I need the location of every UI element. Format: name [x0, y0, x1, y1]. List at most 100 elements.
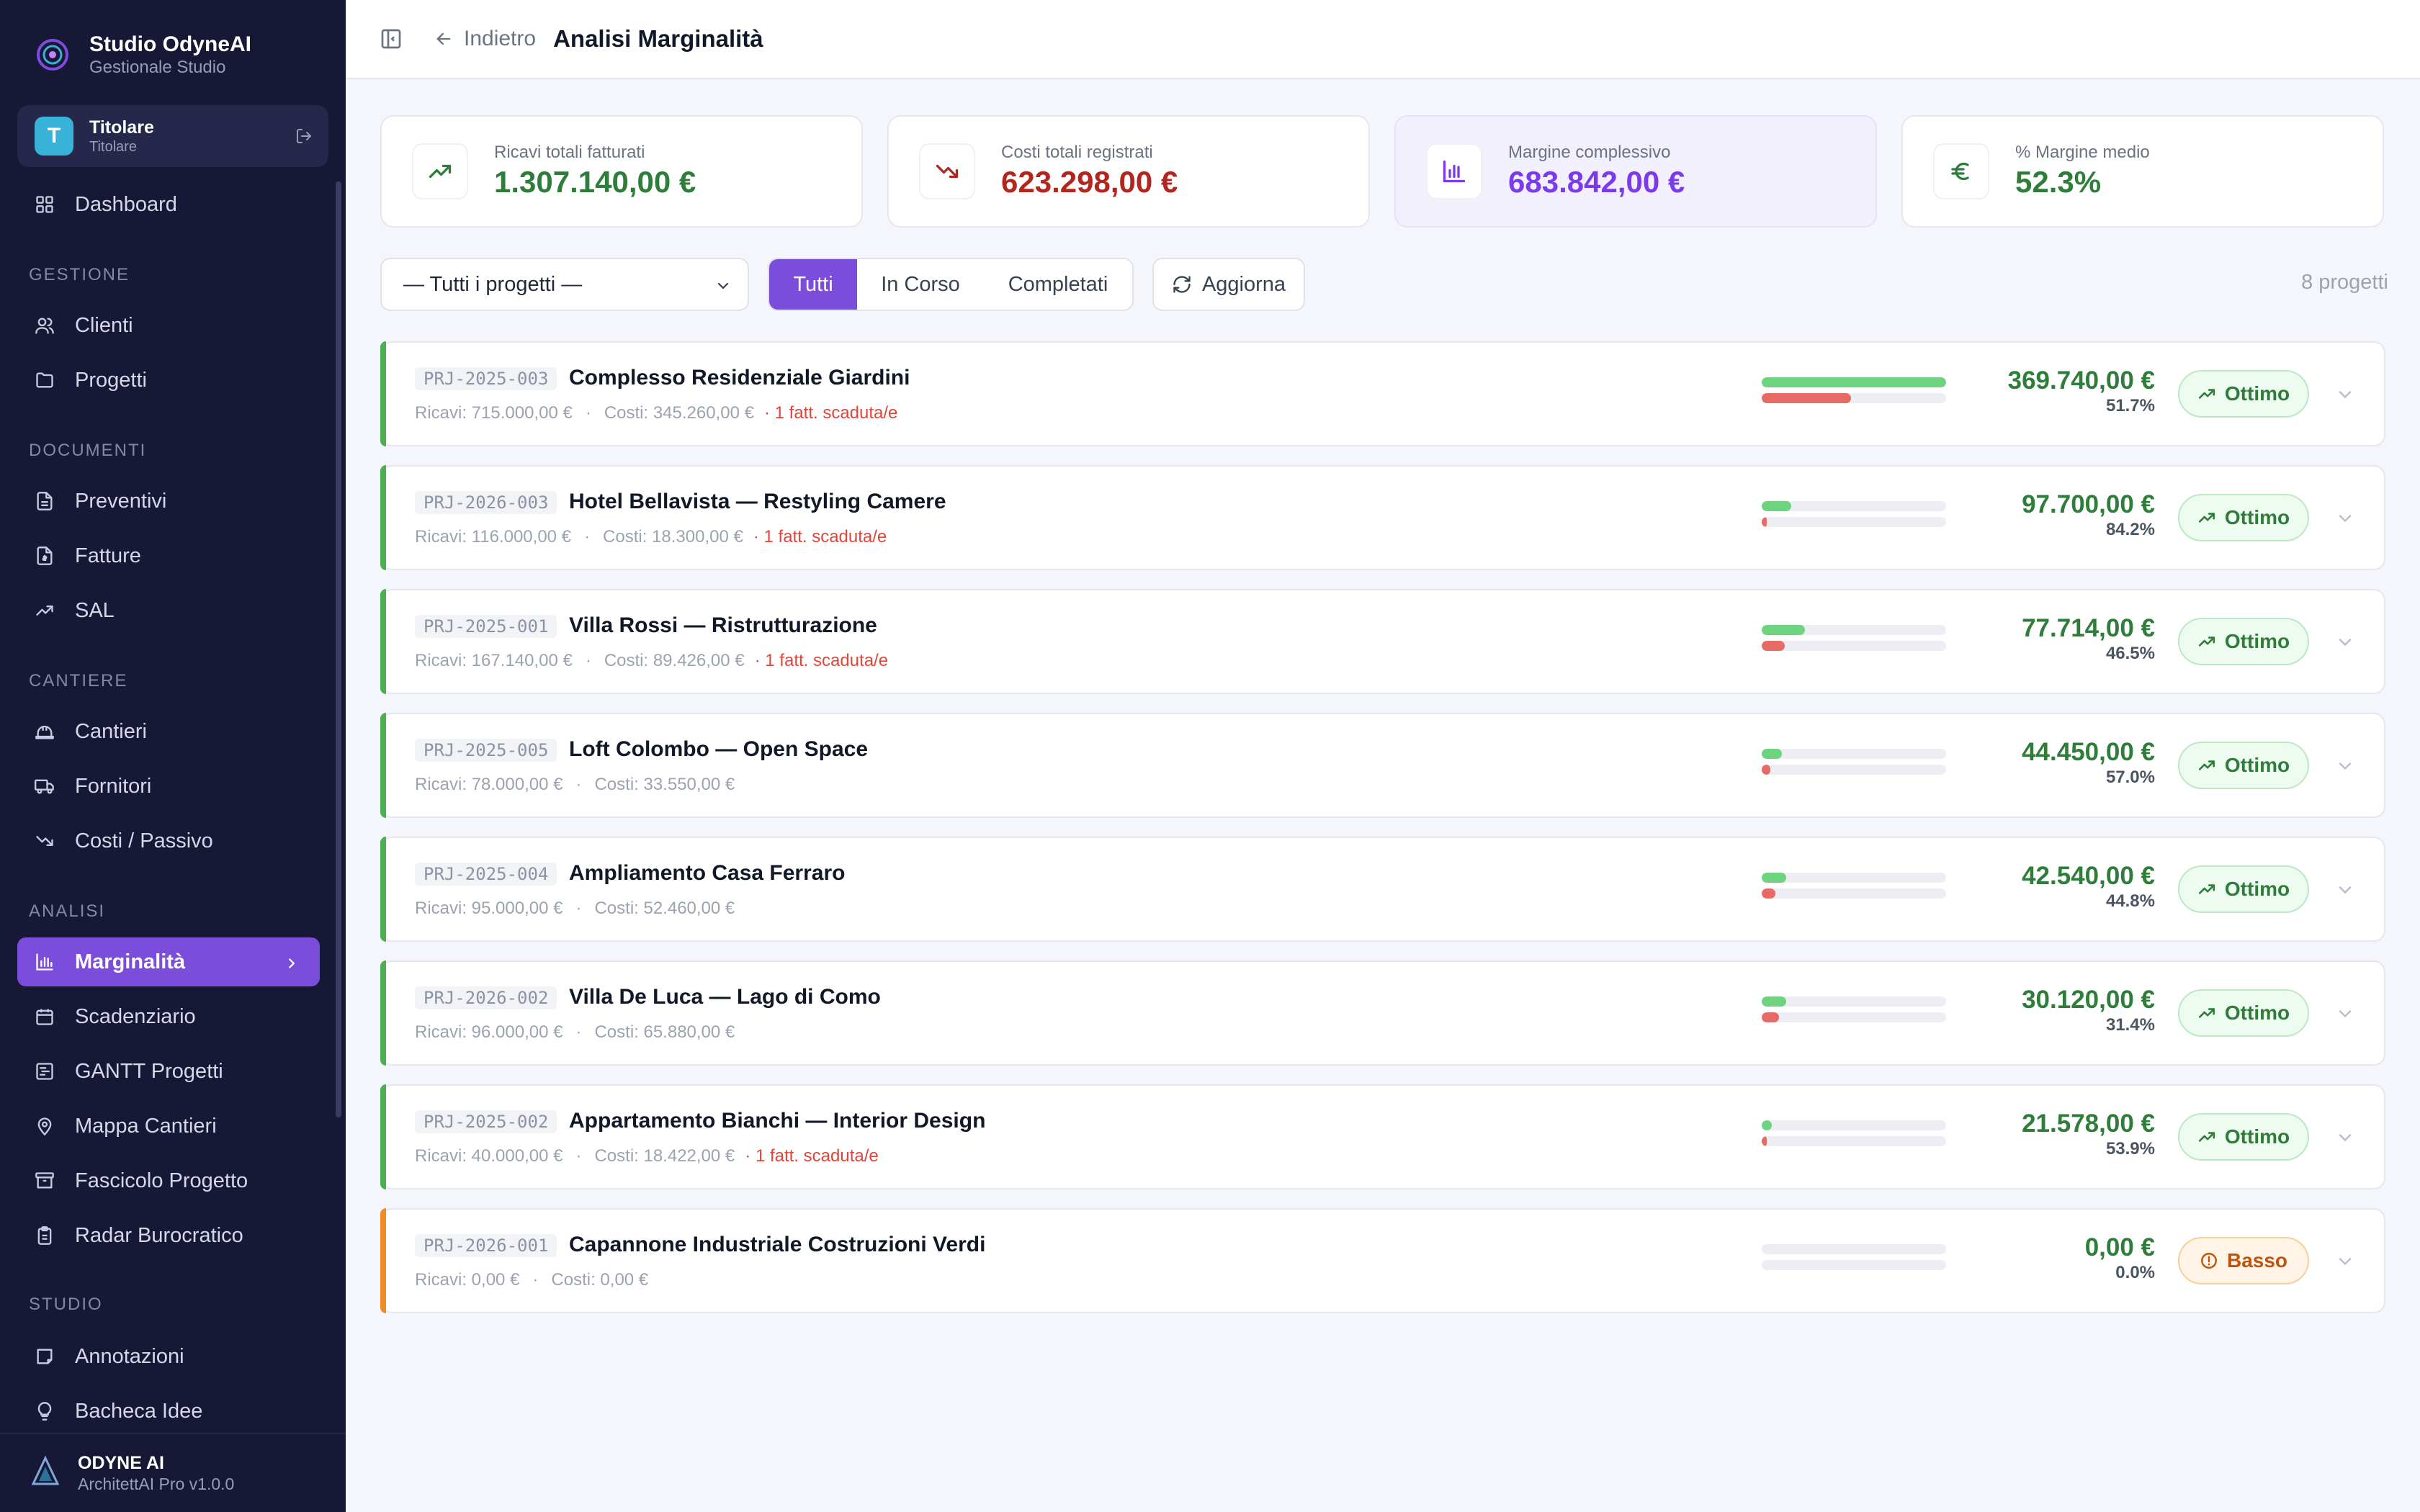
status-tabs: Tutti In Corso Completati	[768, 258, 1134, 311]
sidebar-item-sal[interactable]: SAL	[17, 586, 320, 635]
project-row[interactable]: PRJ-2026-003 Hotel Bellavista — Restylin…	[380, 465, 2385, 570]
margin-percent: 84.2%	[2105, 520, 2155, 539]
sidebar-scrollbar[interactable]	[336, 181, 341, 1117]
overdue-invoices: · 1 fatt. scaduta/e	[763, 403, 898, 423]
sidebar-footer: ODYNE AI ArchitettAI Pro v1.0.0	[0, 1433, 346, 1512]
sidebar-item-fascicolo[interactable]: Fascicolo Progetto	[17, 1156, 320, 1205]
sidebar-item-mappa[interactable]: Mappa Cantieri	[17, 1102, 320, 1151]
footer-title: ODYNE AI	[78, 1453, 164, 1473]
refresh-button[interactable]: Aggiorna	[1152, 258, 1305, 311]
cost-bar	[1762, 1136, 1767, 1146]
project-select[interactable]: — Tutti i progetti —	[380, 258, 749, 311]
cost-bar-track	[1762, 393, 1946, 403]
project-ricavi: Ricavi: 78.000,00 €	[415, 775, 563, 794]
project-name: Complesso Residenziale Giardini	[569, 366, 910, 390]
overdue-invoices: · 1 fatt. scaduta/e	[745, 1146, 879, 1166]
tab-completati[interactable]: Completati	[984, 259, 1132, 310]
sidebar-item-cantieri[interactable]: Cantieri	[17, 707, 320, 756]
sidebar-item-bacheca[interactable]: Bacheca Idee	[17, 1387, 320, 1436]
alert-circle-icon	[2200, 1251, 2218, 1270]
chevron-down-icon[interactable]	[2335, 1004, 2355, 1024]
project-row[interactable]: PRJ-2026-002 Villa De Luca — Lago di Com…	[380, 960, 2385, 1066]
sidebar-item-progetti[interactable]: Progetti	[17, 356, 320, 405]
chevron-down-icon[interactable]	[2335, 880, 2355, 900]
sidebar-item-label: Bacheca Idee	[75, 1399, 203, 1423]
row-accent	[380, 713, 386, 818]
project-row[interactable]: PRJ-2025-002 Appartamento Bianchi — Inte…	[380, 1084, 2385, 1189]
trending-up-icon	[2197, 756, 2216, 775]
chevron-down-icon[interactable]	[2335, 1128, 2355, 1148]
project-meta: Ricavi: 0,00 € · Costi: 0,00 €	[415, 1270, 649, 1290]
cost-bar	[1762, 1012, 1779, 1022]
margin-percent: 0.0%	[2115, 1263, 2155, 1282]
section-label-studio: STUDIO	[29, 1295, 103, 1314]
sidebar-item-scadenziario[interactable]: Scadenziario	[17, 992, 320, 1041]
overdue-invoices: · 1 fatt. scaduta/e	[753, 527, 887, 546]
status-badge: Basso	[2178, 1237, 2309, 1284]
user-card[interactable]: T Titolare Titolare	[17, 105, 328, 167]
chevron-down-icon[interactable]	[2335, 508, 2355, 528]
sidebar-toggle-icon[interactable]	[377, 25, 405, 53]
back-label: Indietro	[464, 27, 537, 50]
sidebar-item-fornitori[interactable]: Fornitori	[17, 762, 320, 811]
revenue-bar	[1762, 625, 1805, 635]
trending-up-icon	[2197, 632, 2216, 651]
row-accent	[380, 465, 386, 570]
project-row[interactable]: PRJ-2025-004 Ampliamento Casa Ferraro Ri…	[380, 837, 2385, 942]
project-meta: Ricavi: 167.140,00 € · Costi: 89.426,00 € ·…	[415, 651, 889, 670]
status-badge: Ottimo	[2178, 742, 2309, 789]
sidebar-item-label: Dashboard	[75, 192, 177, 216]
revenue-bar-track	[1762, 625, 1946, 635]
kpi-value: 623.298,00 €	[1001, 165, 1178, 199]
chevron-down-icon[interactable]	[2335, 756, 2355, 776]
tab-in-corso[interactable]: In Corso	[857, 259, 984, 310]
trending-up-icon	[2197, 1004, 2216, 1022]
revenue-cost-bars	[1762, 1244, 1946, 1270]
cost-bar-track	[1762, 1260, 1946, 1270]
project-meta: Ricavi: 96.000,00 € · Costi: 65.880,00 €	[415, 1022, 735, 1042]
status-label: Ottimo	[2224, 630, 2290, 652]
revenue-bar-track	[1762, 377, 1946, 387]
sidebar-item-gantt[interactable]: GANTT Progetti	[17, 1047, 320, 1096]
kpi-value: 683.842,00 €	[1508, 165, 1685, 199]
project-row[interactable]: PRJ-2025-003 Complesso Residenziale Giar…	[380, 341, 2385, 446]
sidebar-item-annotazioni[interactable]: Annotazioni	[17, 1332, 320, 1381]
chevron-down-icon[interactable]	[2335, 1251, 2355, 1272]
margin-percent: 46.5%	[2105, 644, 2155, 663]
revenue-cost-bars	[1762, 873, 1946, 899]
sidebar-item-dashboard[interactable]: Dashboard	[17, 180, 320, 229]
chevron-down-icon[interactable]	[2335, 384, 2355, 405]
margin-value: 44.450,00 €	[2022, 738, 2155, 766]
sidebar-item-clienti[interactable]: Clienti	[17, 301, 320, 350]
logout-icon[interactable]	[290, 122, 318, 150]
trending-up-icon	[33, 599, 56, 622]
sidebar-item-fatture[interactable]: Fatture	[17, 531, 320, 580]
project-row[interactable]: PRJ-2025-005 Loft Colombo — Open Space R…	[380, 713, 2385, 818]
project-ricavi: Ricavi: 167.140,00 €	[415, 651, 573, 670]
cost-bar-track	[1762, 1136, 1946, 1146]
bar-chart-icon	[1426, 143, 1482, 199]
status-label: Ottimo	[2224, 878, 2290, 900]
sidebar-item-preventivi[interactable]: Preventivi	[17, 477, 320, 526]
back-button[interactable]: Indietro	[434, 27, 536, 51]
section-label-gestione: GESTIONE	[29, 265, 130, 284]
brand-logo-icon	[32, 34, 73, 76]
sidebar-item-marginalita[interactable]: Marginalità	[17, 937, 320, 986]
chevron-down-icon[interactable]	[2335, 632, 2355, 652]
revenue-bar	[1762, 377, 1946, 387]
brand-subtitle: Gestionale Studio	[89, 58, 226, 77]
tab-tutti[interactable]: Tutti	[769, 259, 857, 310]
footer-version: ArchitettAI Pro v1.0.0	[78, 1475, 235, 1493]
project-row[interactable]: PRJ-2026-001 Capannone Industriale Costr…	[380, 1208, 2385, 1313]
archive-icon	[33, 1169, 56, 1192]
project-row[interactable]: PRJ-2025-001 Villa Rossi — Ristrutturazi…	[380, 589, 2385, 694]
truck-icon	[33, 775, 56, 798]
sidebar-item-label: Fornitori	[75, 774, 152, 798]
revenue-cost-bars	[1762, 377, 1946, 403]
project-code: PRJ-2026-002	[415, 986, 557, 1009]
row-accent	[380, 1208, 386, 1313]
brand[interactable]: Studio OdyneAI Gestionale Studio	[32, 32, 251, 78]
sidebar-item-costi[interactable]: Costi / Passivo	[17, 816, 320, 865]
project-costi: Costi: 0,00 €	[551, 1270, 649, 1290]
sidebar-item-radar[interactable]: Radar Burocratico	[17, 1211, 320, 1260]
